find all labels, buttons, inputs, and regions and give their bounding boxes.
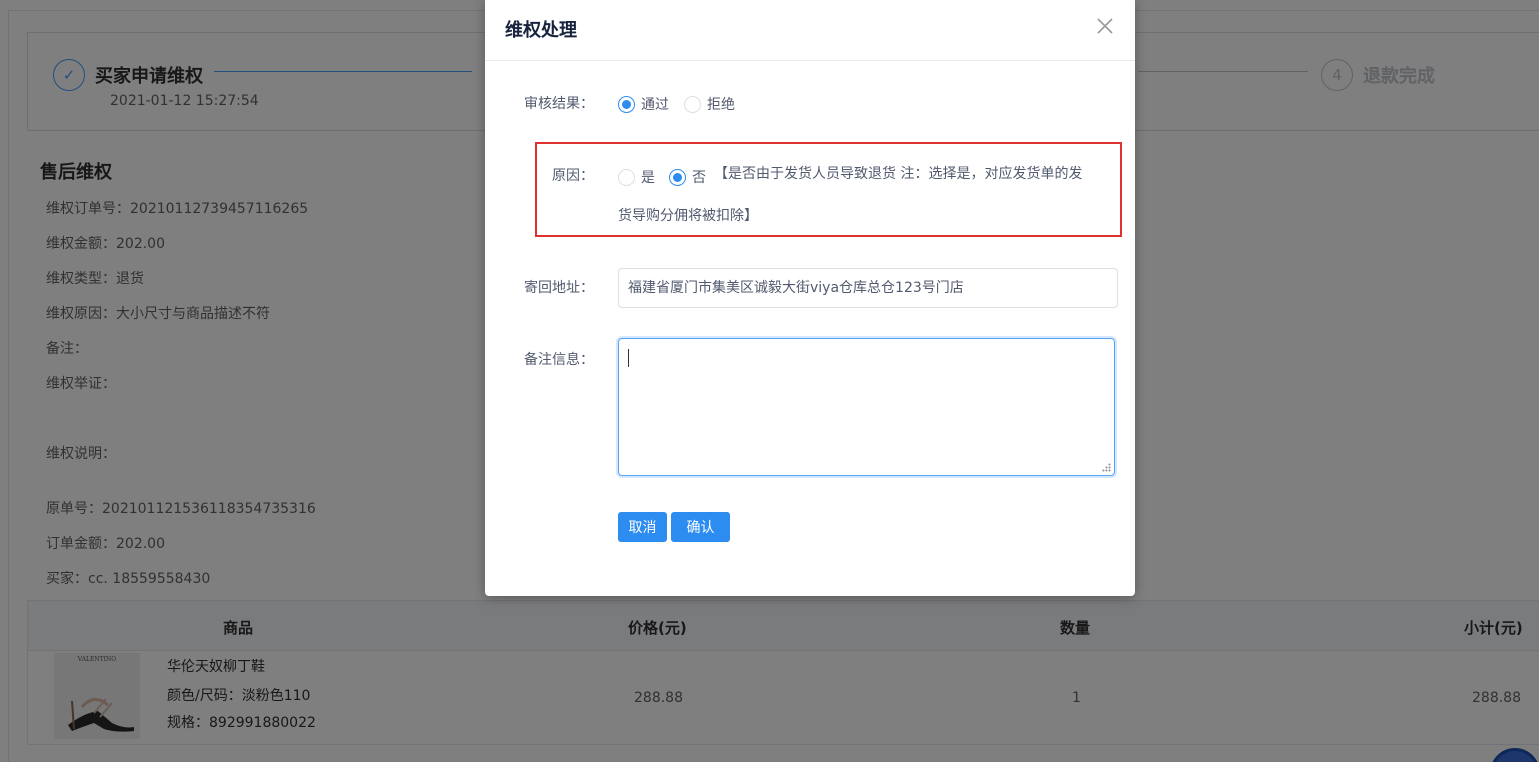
cancel-button[interactable]: 取消 [618,512,667,542]
return-address-input[interactable]: 福建省厦门市集美区诚毅大街viya仓库总仓123号门店 [618,268,1118,308]
remark-textarea[interactable] [618,338,1115,476]
audit-radio-pass[interactable]: 通过 [618,94,669,114]
audit-option-pass: 通过 [641,97,669,113]
reason-note: 【是否由于发货人员导致退货 注：选择是，对应发货单的发 货导购分佣将被扣除】 [618,158,1118,242]
remark-info-label: 备注信息： [524,352,594,368]
text-caret [628,349,629,367]
dialog-title: 维权处理 [505,20,577,41]
reason-note-line-1: 【是否由于发货人员导致退货 注：选择是，对应发货单的发 [714,166,1083,182]
radio-unchecked-icon [684,95,701,113]
audit-option-reject: 拒绝 [707,97,735,113]
reason-note-line-2: 货导购分佣将被扣除】 [618,208,758,224]
confirm-button[interactable]: 确认 [671,512,730,542]
resize-grip-icon[interactable] [1102,463,1111,472]
close-icon[interactable] [1093,14,1117,38]
return-address-label: 寄回地址： [524,280,594,296]
dialog-header: 维权处理 [485,0,1135,61]
audit-radio-reject[interactable]: 拒绝 [684,94,735,114]
reason-label: 原因： [552,168,594,184]
audit-result-label: 审核结果： [524,96,594,112]
radio-checked-icon [618,95,635,113]
